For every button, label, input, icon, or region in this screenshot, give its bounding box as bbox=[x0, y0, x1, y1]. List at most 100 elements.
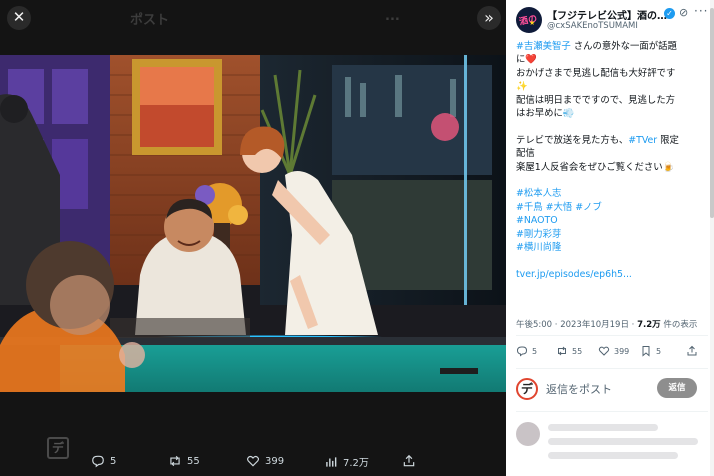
tweet-text-line: 楽屋1人反省会をぜひご覧ください🍺 bbox=[516, 161, 706, 174]
repost-icon bbox=[558, 346, 566, 356]
reply-submit-button[interactable]: 返信 bbox=[657, 378, 697, 398]
photo-image bbox=[0, 55, 506, 392]
bookmark-count: 5 bbox=[656, 346, 662, 356]
viewer-action-bar: 5 55 399 7.2万 bbox=[0, 448, 506, 476]
hashtag-link[interactable]: #ノブ bbox=[575, 202, 602, 213]
tweet-text-line: #吉瀬美智子 さんの意外な一面が話題 bbox=[516, 40, 706, 53]
reply-icon bbox=[516, 346, 528, 357]
background-post-title: ポスト bbox=[130, 13, 170, 28]
tweet-text-segment: 配信は明日まで bbox=[516, 94, 582, 106]
tweet-text-segment: テレビで放送を見た方も、 bbox=[516, 134, 629, 146]
tweet-text-segment: はお早めに💨 bbox=[516, 108, 575, 120]
tweet-text: #吉瀬美智子 さんの意外な一面が話題 に❤️ おかげさまで見逃し配信も大好評です ✨ 配… bbox=[516, 40, 706, 281]
tweet-timestamp[interactable]: 午後5:00 · 2023年10月19日 · bbox=[516, 320, 637, 330]
tweet-text-segment: おかげさまで見逃し配信も大好評です bbox=[516, 67, 676, 79]
viewer-repost-button[interactable]: 55 bbox=[168, 454, 200, 468]
share-button[interactable] bbox=[686, 345, 698, 357]
tweet-text-line: #千鳥 #大悟 #ノブ bbox=[516, 201, 706, 214]
divider bbox=[516, 368, 708, 369]
hashtag-link[interactable]: #吉瀬美智子 bbox=[516, 41, 571, 52]
tweet-text-line: tver.jp/episodes/ep6h5... bbox=[516, 268, 706, 281]
tweet-text-segment: ですので、見逃した方 bbox=[581, 94, 676, 106]
reply-placeholder-line bbox=[548, 452, 678, 459]
grok-icon[interactable]: ⊘ bbox=[679, 7, 691, 19]
tweet-photo[interactable] bbox=[0, 55, 506, 392]
tweet-panel: 酒の ★ 【フジテレビ公式】酒の… ✓ ⊘ ··· @cxSAKEnoTSUMA… bbox=[506, 0, 714, 476]
reply-icon bbox=[92, 455, 104, 468]
hashtag-link[interactable]: #剛力彩芽 bbox=[516, 229, 561, 240]
viewer-views-count: 7.2万 bbox=[343, 458, 369, 469]
heart-icon bbox=[247, 455, 259, 467]
tweet-text-segment: 配信 bbox=[516, 148, 535, 160]
account-name[interactable]: 【フジテレビ公式】酒の… bbox=[547, 7, 672, 22]
tweet-text-segment: 限定 bbox=[657, 134, 679, 146]
tweet-text-line: 配信 bbox=[516, 147, 706, 160]
tweet-meta: 午後5:00 · 2023年10月19日 · 7.2万 件の表示 bbox=[516, 318, 697, 330]
tweet-text-line: に❤️ bbox=[516, 53, 706, 66]
reply-count: 5 bbox=[532, 346, 538, 356]
reply-placeholder-line bbox=[548, 424, 658, 431]
verified-badge-icon: ✓ bbox=[664, 8, 675, 19]
background-post-menu: ... bbox=[385, 9, 400, 24]
tweet-text-segment: 楽屋1人反省会をぜひご覧ください🍺 bbox=[516, 161, 675, 173]
account-handle[interactable]: @cxSAKEnoTSUMAMI bbox=[547, 21, 638, 31]
tweet-text-segment: ✨ bbox=[516, 81, 528, 93]
reply-input[interactable]: 返信をポスト bbox=[546, 381, 612, 397]
avatar-logo-mark-2: ★ bbox=[529, 19, 536, 27]
scrollbar-thumb[interactable] bbox=[710, 8, 714, 218]
reply-composer: デ 返信をポスト 返信 bbox=[516, 377, 708, 401]
viewer-reply-count: 5 bbox=[110, 455, 117, 467]
repost-button[interactable]: 55 bbox=[556, 345, 582, 357]
tweet-text-line: 配信は明日までですので、見逃した方 bbox=[516, 94, 706, 107]
close-icon: ✕ bbox=[12, 8, 26, 26]
divider bbox=[516, 335, 708, 336]
viewer-like-count: 399 bbox=[265, 455, 285, 467]
background-post-header: ポスト ... bbox=[0, 0, 506, 56]
reply-button[interactable]: 5 bbox=[516, 345, 537, 357]
share-icon bbox=[403, 454, 415, 467]
expand-panel-button[interactable]: » bbox=[477, 6, 501, 30]
account-avatar[interactable]: 酒の ★ bbox=[516, 7, 542, 33]
repost-count: 55 bbox=[572, 346, 583, 356]
viewer-views-button[interactable]: 7.2万 bbox=[324, 454, 369, 469]
viewer-reply-button[interactable]: 5 bbox=[91, 454, 116, 468]
like-button[interactable]: 399 bbox=[598, 345, 629, 357]
tweet-link[interactable]: tver.jp/episodes/ep6h5... bbox=[516, 269, 632, 280]
viewer-share-button[interactable] bbox=[402, 454, 416, 468]
heart-icon bbox=[598, 346, 610, 356]
viewer-like-button[interactable]: 399 bbox=[246, 454, 284, 468]
hashtag-link[interactable]: #横川尚隆 bbox=[516, 242, 561, 253]
tweet-text-line: おかげさまで見逃し配信も大好評です bbox=[516, 67, 706, 80]
bookmark-button[interactable]: 5 bbox=[640, 345, 661, 357]
tweet-text-line: #NAOTO bbox=[516, 214, 706, 227]
reply-author-avatar bbox=[516, 422, 540, 446]
divider bbox=[516, 411, 708, 412]
tweet-action-bar: 5 55 399 5 bbox=[516, 345, 708, 361]
tweet-text-line: #剛力彩芽 bbox=[516, 228, 706, 241]
hashtag-link[interactable]: #大悟 bbox=[546, 202, 573, 213]
bookmark-icon bbox=[642, 346, 650, 357]
tweet-views-value: 7.2万 bbox=[637, 320, 661, 330]
tweet-text-segment: に❤️ bbox=[516, 54, 538, 66]
tweet-text-line: ✨ bbox=[516, 80, 706, 93]
tweet-text-segment: さんの意外な一面が話題 bbox=[570, 41, 677, 52]
tweet-views-label: 件の表示 bbox=[660, 320, 698, 330]
user-avatar[interactable]: デ bbox=[516, 378, 538, 400]
hashtag-link[interactable]: #松本人志 bbox=[516, 188, 561, 199]
tweet-text-line: #松本人志 bbox=[516, 187, 706, 200]
close-viewer-button[interactable]: ✕ bbox=[7, 6, 31, 30]
like-count: 399 bbox=[614, 346, 630, 356]
panel-scrollbar[interactable] bbox=[710, 0, 714, 476]
bar-chart-icon bbox=[326, 456, 337, 467]
reply-placeholder-line bbox=[548, 438, 698, 445]
hashtag-link[interactable]: #NAOTO bbox=[516, 215, 558, 226]
hashtag-link[interactable]: #TVer bbox=[628, 135, 657, 146]
more-options-icon[interactable]: ··· bbox=[694, 4, 708, 18]
reply-preview[interactable] bbox=[512, 418, 708, 476]
tweet-text-line: テレビで放送を見た方も、#TVer 限定 bbox=[516, 134, 706, 147]
hashtag-link[interactable]: #千鳥 bbox=[516, 202, 543, 213]
media-viewer: ポスト ... デ ✕ » 5 55 399 7.2万 bbox=[0, 0, 506, 476]
